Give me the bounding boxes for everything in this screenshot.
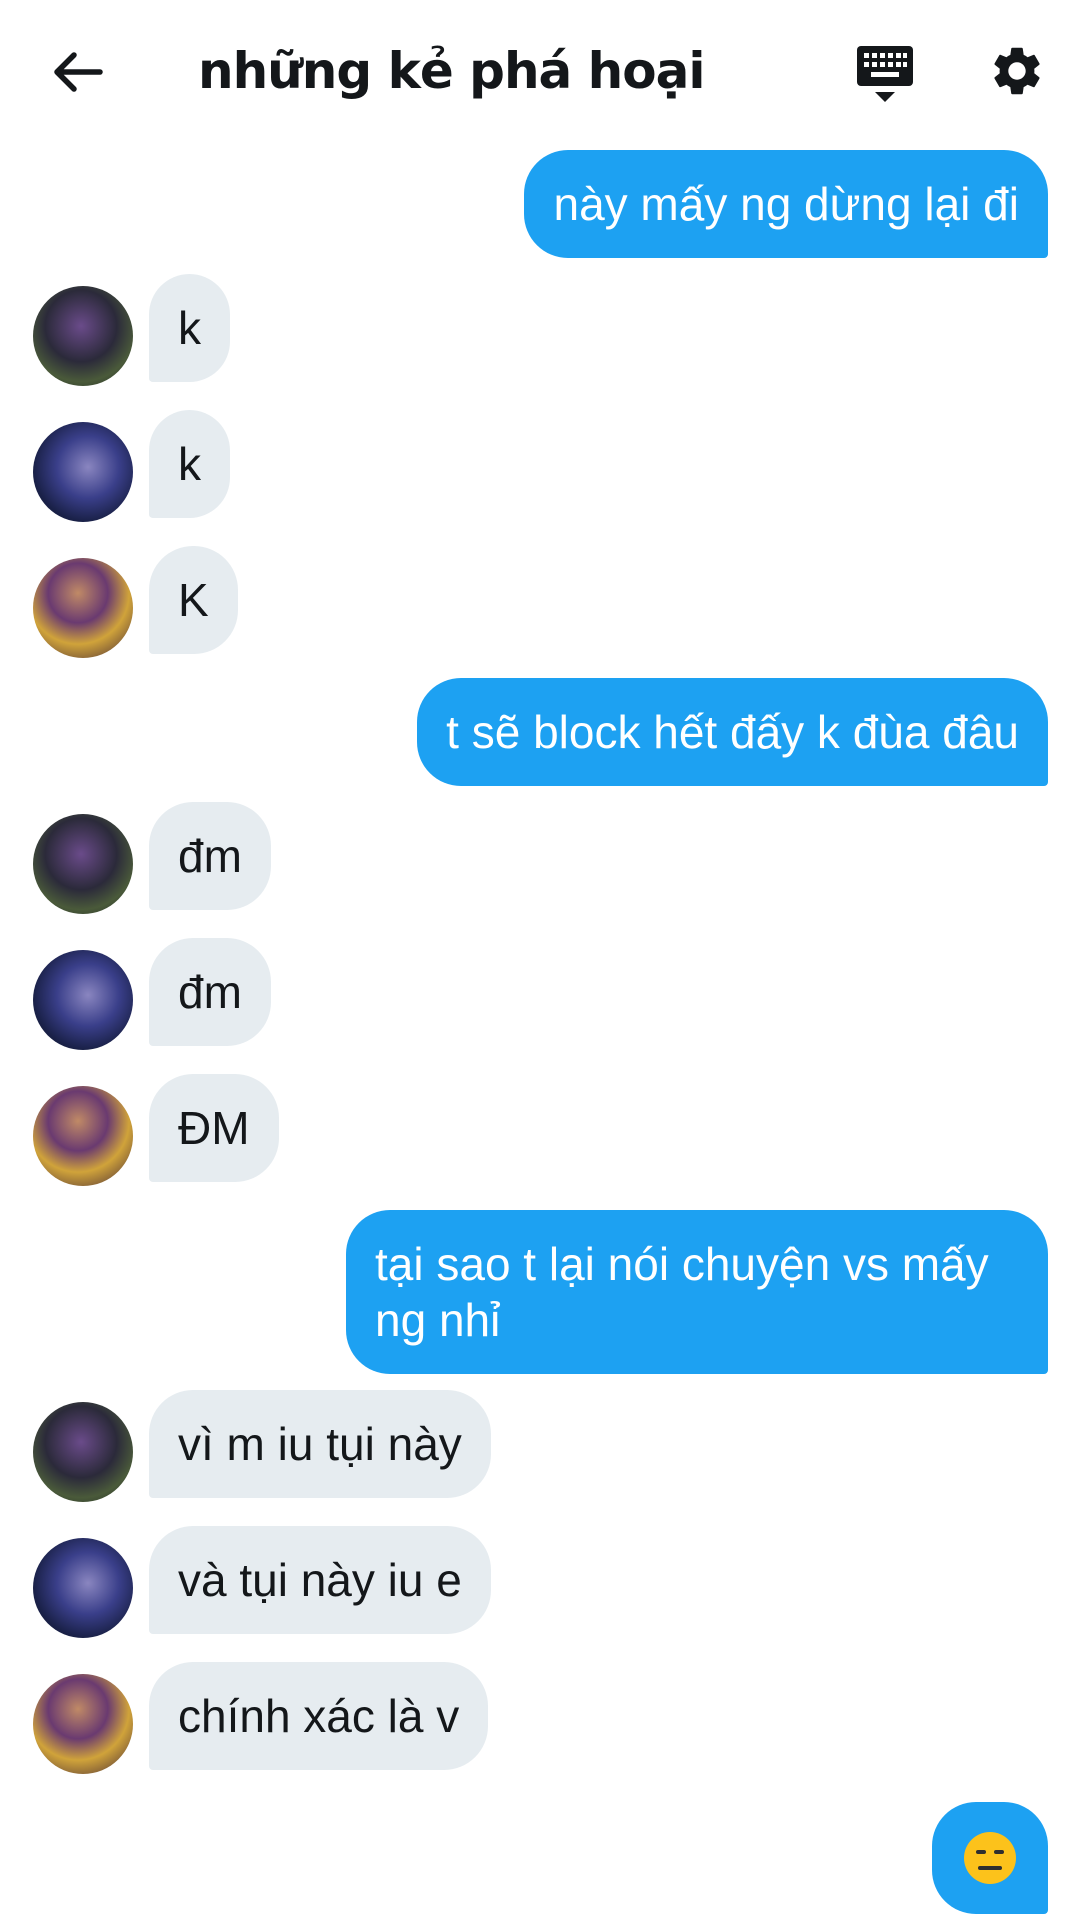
incoming-message[interactable]: chính xác là v [149, 1662, 489, 1770]
avatar[interactable] [33, 422, 133, 522]
incoming-message[interactable]: đm [149, 938, 271, 1046]
incoming-message[interactable]: k [149, 274, 230, 382]
outgoing-message[interactable]: t sẽ block hết đấy k đùa đâu [417, 678, 1048, 786]
arrow-left-icon [54, 52, 103, 92]
avatar[interactable] [33, 814, 133, 914]
message-line: tại sao t lại nói chuyện vs mấy [375, 1238, 989, 1290]
incoming-message[interactable]: ĐM [149, 1074, 279, 1182]
incoming-message[interactable]: và tụi này iu e [149, 1526, 491, 1634]
back-button[interactable] [50, 44, 106, 100]
incoming-message[interactable]: vì m iu tụi này [149, 1390, 491, 1498]
incoming-message[interactable]: k [149, 410, 230, 518]
avatar[interactable] [33, 1674, 133, 1774]
conversation-header: những kẻ phá hoại [0, 0, 1080, 140]
keyboard-hide-icon [857, 46, 913, 102]
avatar[interactable] [33, 1086, 133, 1186]
avatar[interactable] [33, 950, 133, 1050]
expressionless-face-icon [964, 1832, 1016, 1884]
avatar[interactable] [33, 1402, 133, 1502]
gear-icon [994, 47, 1040, 95]
avatar[interactable] [33, 286, 133, 386]
hide-keyboard-button[interactable] [855, 44, 915, 104]
outgoing-message[interactable]: này mấy ng dừng lại đi [524, 150, 1048, 258]
incoming-message[interactable]: đm [149, 802, 271, 910]
outgoing-emoji-message[interactable] [932, 1802, 1048, 1914]
conversation-settings-button[interactable] [988, 42, 1046, 100]
message-line: ng nhỉ [375, 1294, 501, 1346]
conversation-title: những kẻ phá hoại [198, 42, 706, 100]
avatar[interactable] [33, 1538, 133, 1638]
outgoing-message[interactable]: tại sao t lại nói chuyện vs mấy ng nhỉ [346, 1210, 1048, 1374]
incoming-message[interactable]: K [149, 546, 238, 654]
avatar[interactable] [33, 558, 133, 658]
